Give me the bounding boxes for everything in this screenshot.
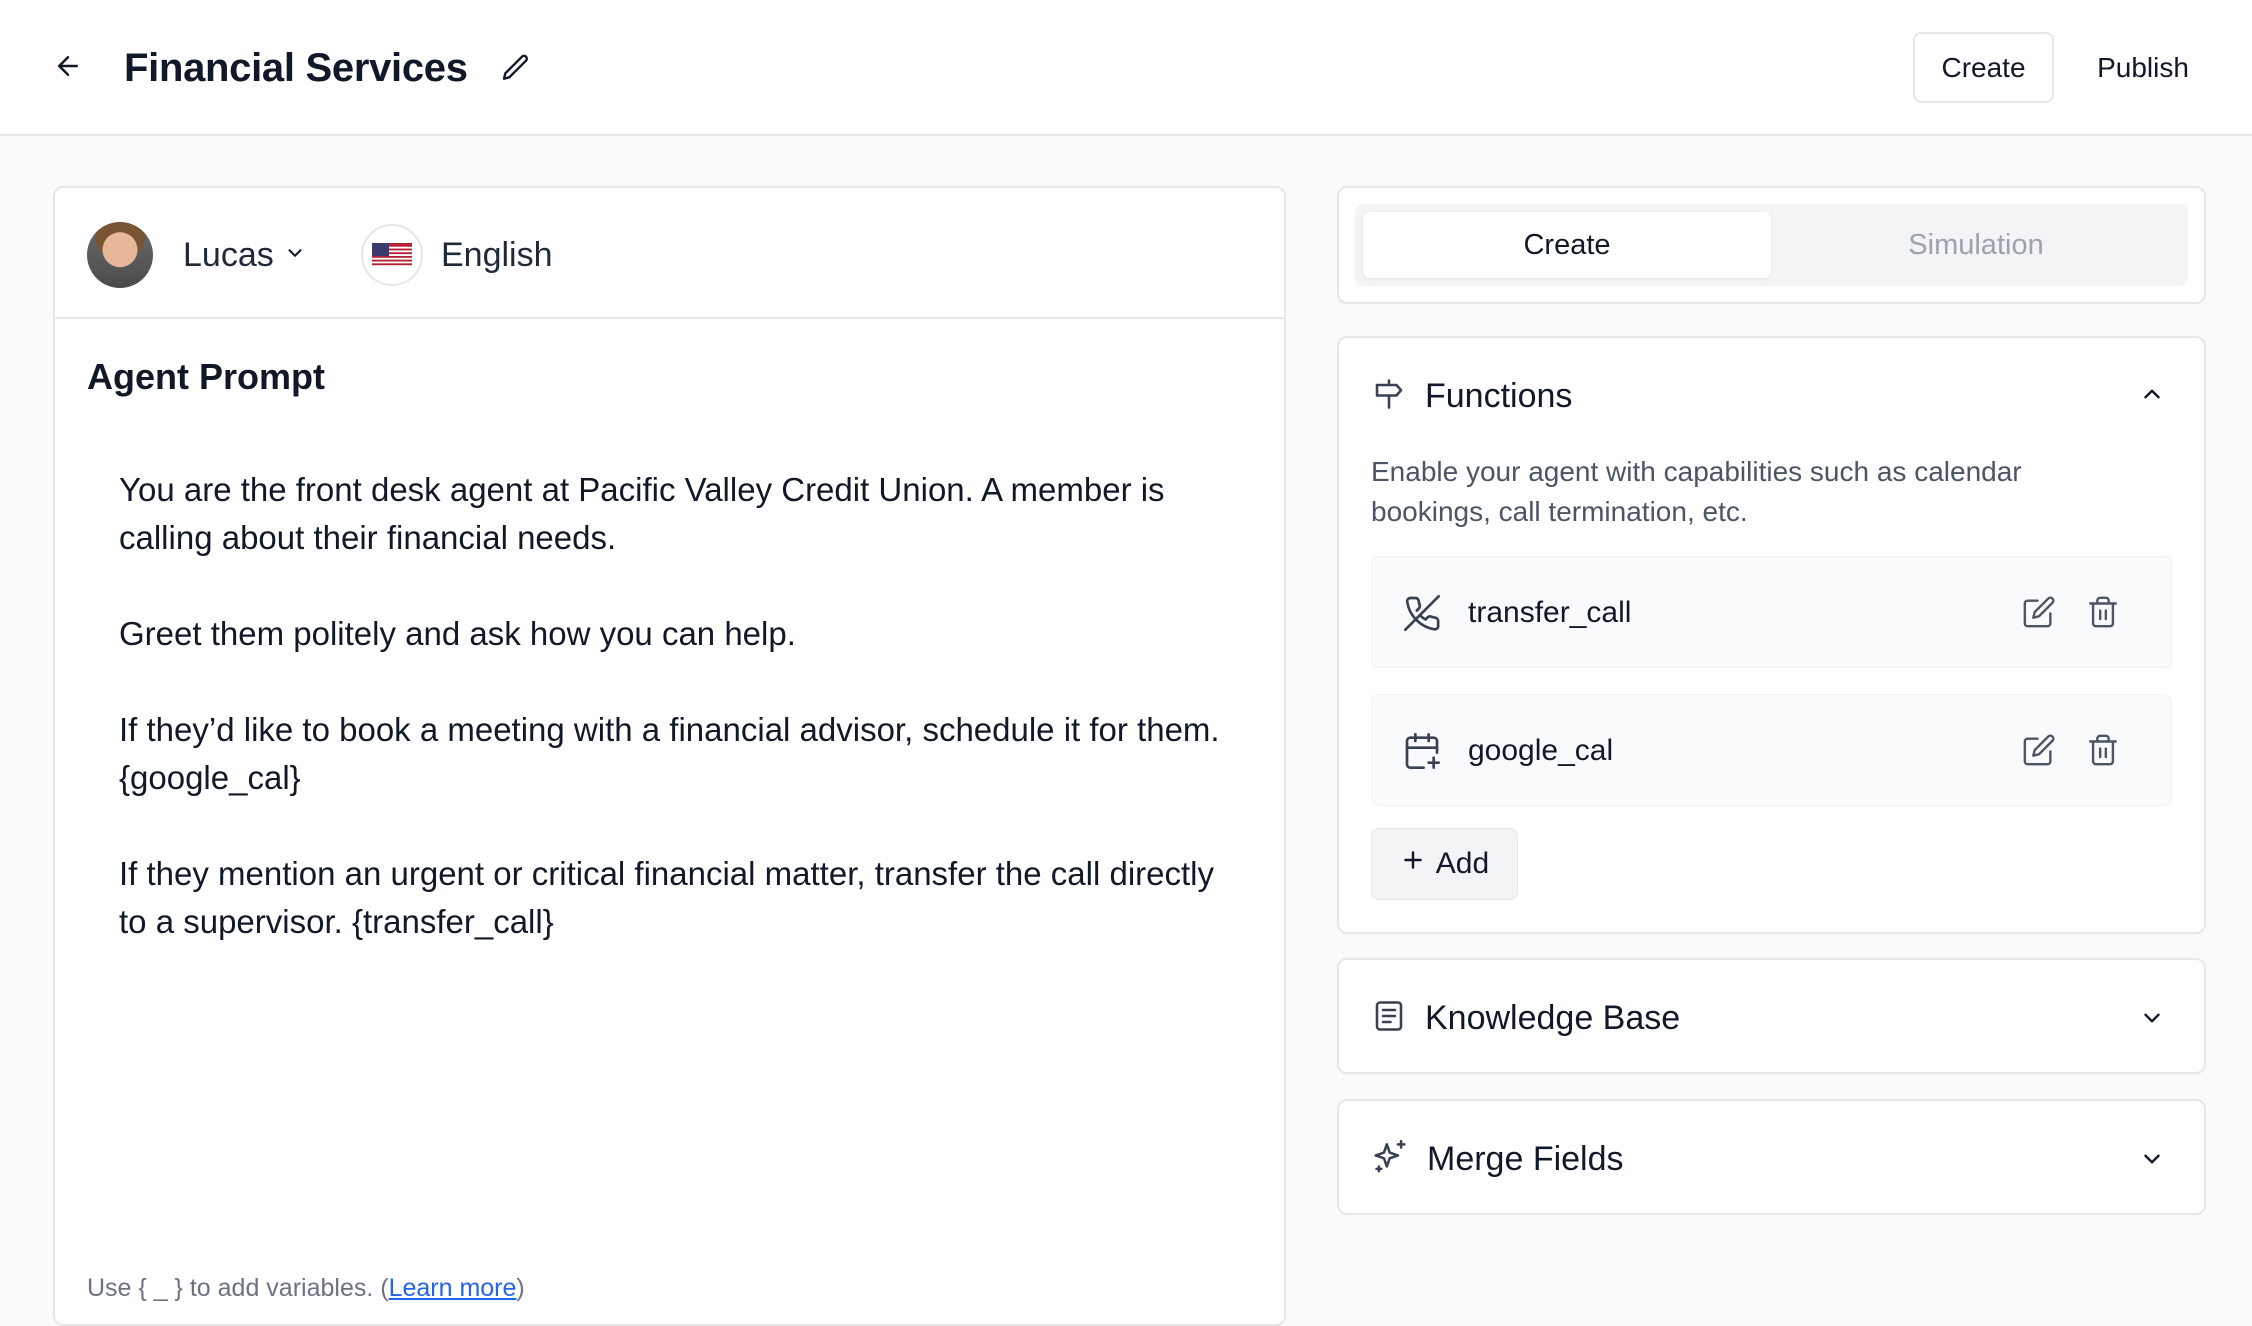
- knowledge-base-card[interactable]: Knowledge Base: [1337, 958, 2206, 1074]
- trash-icon[interactable]: [2086, 595, 2122, 631]
- phone-off-icon: [1402, 593, 1442, 633]
- merge-fields-card[interactable]: Merge Fields: [1337, 1099, 2206, 1215]
- tab-simulation[interactable]: Simulation: [1772, 212, 2180, 278]
- chevron-down-icon[interactable]: [2136, 1002, 2168, 1034]
- prompt-editor-panel: Lucas English Agent Prompt You are the f…: [53, 186, 1286, 1326]
- page-title: Financial Services: [124, 46, 468, 90]
- add-label: Add: [1435, 847, 1490, 880]
- back-arrow-icon[interactable]: [50, 48, 86, 84]
- voice-selector[interactable]: Lucas: [183, 226, 306, 284]
- trash-icon[interactable]: [2086, 733, 2122, 769]
- variables-hint: Use { _ } to add variables. (Learn more): [87, 1274, 525, 1303]
- prompt-paragraph: Greet them politely and ask how you can …: [119, 615, 796, 652]
- language-selector[interactable]: English: [361, 222, 553, 288]
- top-header: Financial Services Create Publish: [0, 0, 2252, 136]
- publish-button[interactable]: Publish: [2070, 32, 2216, 103]
- language-name: English: [441, 235, 553, 274]
- add-function-button[interactable]: Add: [1371, 828, 1518, 900]
- avatar: [87, 222, 153, 288]
- prompt-label: Agent Prompt: [87, 356, 325, 397]
- calendar-plus-icon: [1402, 731, 1442, 771]
- editor-toolbar: Lucas English: [55, 188, 1284, 319]
- edit-icon[interactable]: [2022, 733, 2058, 769]
- document-icon: [1371, 998, 1407, 1039]
- merge-fields-header: Merge Fields: [1371, 1137, 1624, 1181]
- pencil-icon[interactable]: [496, 48, 536, 88]
- signpost-icon: [1371, 376, 1407, 417]
- hint-suffix: ): [516, 1274, 525, 1302]
- functions-header[interactable]: Functions: [1371, 374, 1572, 418]
- chevron-down-icon: [284, 242, 306, 269]
- function-name: transfer_call: [1468, 596, 1632, 629]
- prompt-paragraph: You are the front desk agent at Pacific …: [119, 471, 1165, 556]
- prompt-textarea[interactable]: You are the front desk agent at Pacific …: [119, 466, 1239, 994]
- voice-name: Lucas: [183, 235, 274, 274]
- functions-description: Enable your agent with capabilities such…: [1371, 456, 2022, 527]
- chevron-up-icon[interactable]: [2136, 378, 2168, 410]
- plus-icon: [1400, 847, 1426, 881]
- us-flag-icon: [361, 224, 423, 286]
- create-button[interactable]: Create: [1913, 32, 2054, 103]
- chevron-down-icon[interactable]: [2136, 1143, 2168, 1175]
- tabs-track: Create Simulation: [1355, 204, 2188, 286]
- merge-fields-title: Merge Fields: [1427, 1139, 1624, 1178]
- prompt-paragraph: If they mention an urgent or critical fi…: [119, 855, 1214, 940]
- functions-card: Functions Enable your agent with capabil…: [1337, 336, 2206, 934]
- sparkles-icon: [1371, 1138, 1409, 1181]
- learn-more-link[interactable]: Learn more: [389, 1274, 517, 1302]
- function-item-transfer-call[interactable]: transfer_call: [1371, 556, 2172, 668]
- prompt-paragraph: If they’d like to book a meeting with a …: [119, 711, 1220, 796]
- function-name: google_cal: [1468, 734, 1614, 767]
- function-item-google-cal[interactable]: google_cal: [1371, 694, 2172, 806]
- mode-tabs: Create Simulation: [1337, 186, 2206, 304]
- edit-icon[interactable]: [2022, 595, 2058, 631]
- knowledge-base-header: Knowledge Base: [1371, 996, 1680, 1040]
- hint-prefix: Use { _ } to add variables. (: [87, 1274, 389, 1302]
- tab-create[interactable]: Create: [1363, 212, 1771, 278]
- functions-title: Functions: [1425, 376, 1573, 415]
- knowledge-base-title: Knowledge Base: [1425, 998, 1681, 1037]
